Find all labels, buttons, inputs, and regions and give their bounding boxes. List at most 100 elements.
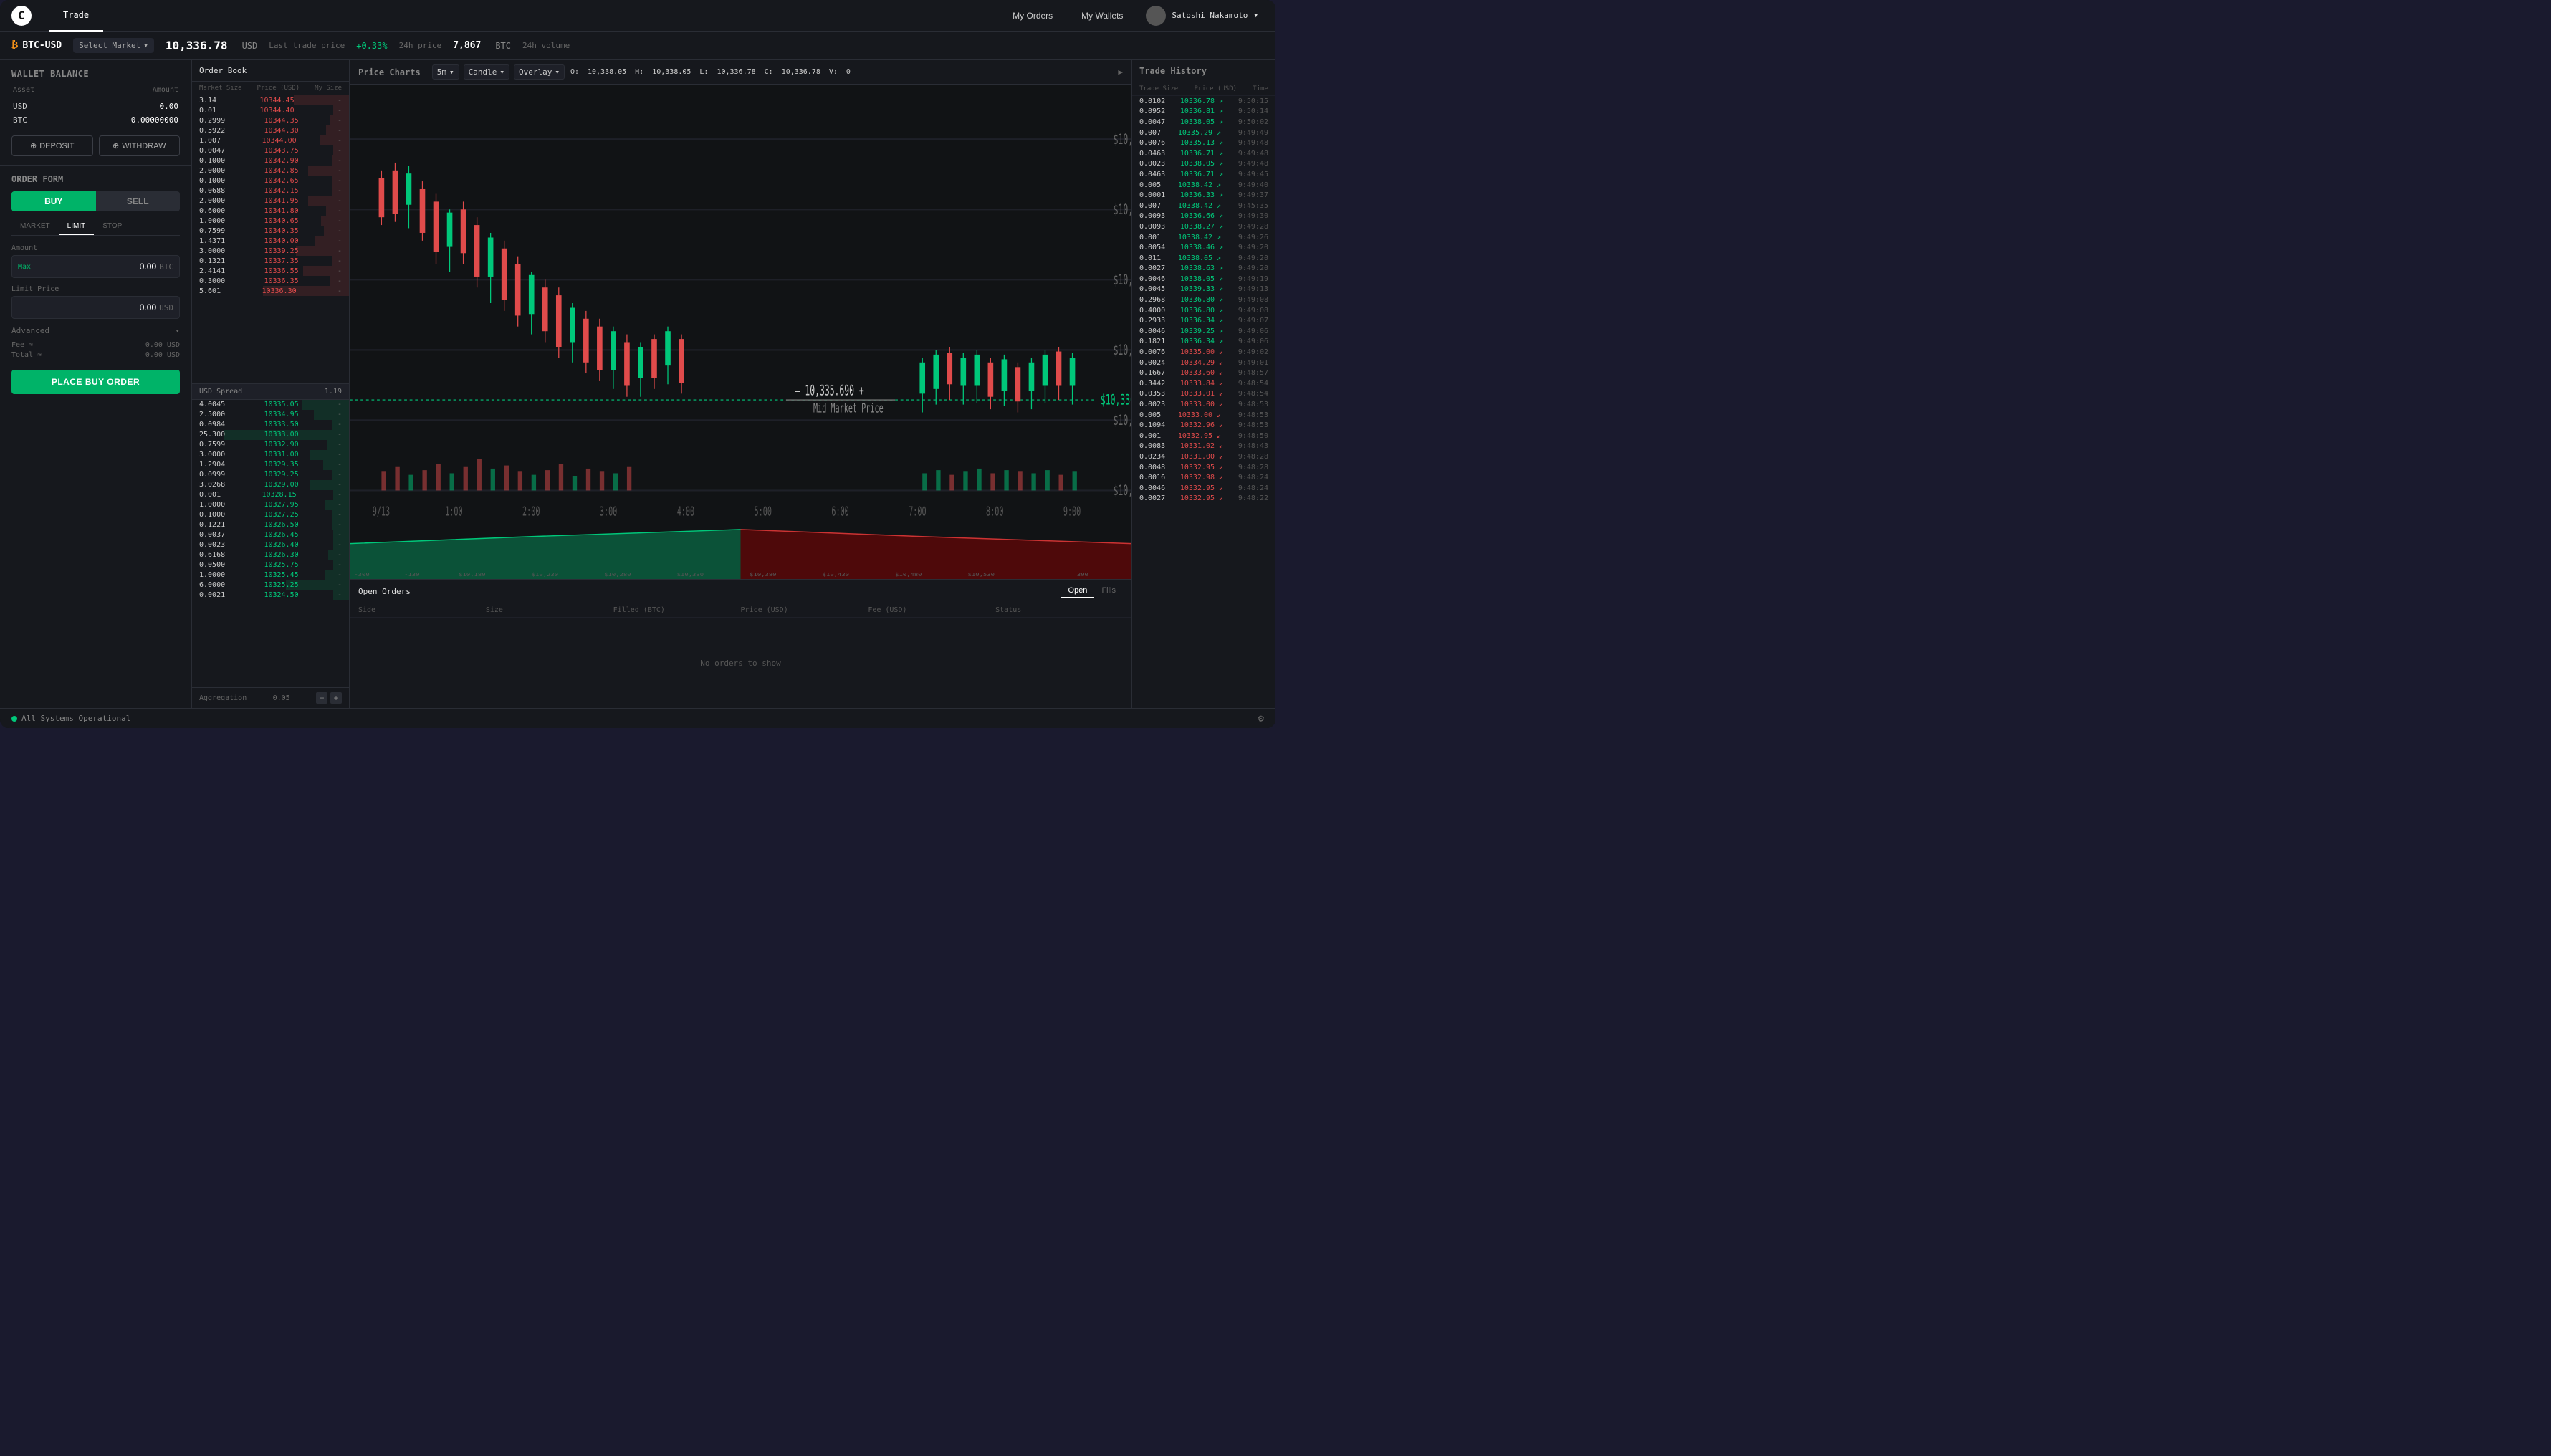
- open-tab[interactable]: Open: [1061, 584, 1095, 598]
- order-book-ask-row[interactable]: 0.1000 10342.90 -: [192, 155, 349, 166]
- order-book-bid-row[interactable]: 2.5000 10334.95 -: [192, 410, 349, 420]
- order-book-ask-row[interactable]: 2.0000 10341.95 -: [192, 196, 349, 206]
- order-book-bid-row[interactable]: 4.0045 10335.05 -: [192, 400, 349, 410]
- order-book-bid-row[interactable]: 0.0023 10326.40 -: [192, 540, 349, 550]
- ask-my-size: -: [338, 97, 342, 105]
- order-book-bid-row[interactable]: 0.1000 10327.25 -: [192, 510, 349, 520]
- svg-text:6:00: 6:00: [831, 505, 848, 519]
- order-book-ask-row[interactable]: 1.0000 10340.65 -: [192, 216, 349, 226]
- order-book-ask-row[interactable]: 0.6000 10341.80 -: [192, 206, 349, 216]
- chart-area[interactable]: $10,425 $10,400 $10,375 $10,350 $10,336.…: [350, 85, 1131, 522]
- order-book-ask-row[interactable]: 0.1000 10342.65 -: [192, 176, 349, 186]
- order-book-ask-row[interactable]: 0.0047 10343.75 -: [192, 145, 349, 155]
- order-book-bid-row[interactable]: 0.0037 10326.45 -: [192, 530, 349, 540]
- overlay-dropdown[interactable]: Overlay ▾: [514, 64, 565, 80]
- withdraw-button[interactable]: ⊕ WITHDRAW: [99, 135, 181, 156]
- order-book-ask-row[interactable]: 0.7599 10340.35 -: [192, 226, 349, 236]
- buy-tab[interactable]: BUY: [11, 191, 96, 211]
- stop-order-tab[interactable]: STOP: [94, 219, 130, 235]
- agg-decrease-button[interactable]: −: [316, 692, 327, 704]
- fills-tab[interactable]: Fills: [1094, 584, 1123, 598]
- trade-time: 9:50:14: [1238, 107, 1268, 115]
- ask-price: 10344.30: [264, 127, 298, 135]
- svg-text:$10,400: $10,400: [1114, 201, 1131, 217]
- agg-increase-button[interactable]: +: [330, 692, 342, 704]
- ask-size: 0.0688: [199, 187, 225, 195]
- my-wallets-button[interactable]: My Wallets: [1070, 6, 1134, 25]
- settings-icon[interactable]: ⚙: [1258, 713, 1264, 724]
- nav-tab-trade[interactable]: Trade: [49, 0, 103, 32]
- order-book-ask-row[interactable]: 1.007 10344.00 -: [192, 135, 349, 145]
- order-type-tabs: MARKET LIMIT STOP: [11, 219, 180, 236]
- advanced-toggle[interactable]: Advanced ▾: [11, 326, 180, 335]
- bid-my-size: -: [338, 541, 342, 549]
- buy-sell-tabs: BUY SELL: [11, 191, 180, 211]
- order-book-ask-row[interactable]: 3.0000 10339.25 -: [192, 246, 349, 256]
- market-order-tab[interactable]: MARKET: [11, 219, 59, 235]
- market-bar: ₿ BTC-USD Select Market ▾ 10,336.78 USD …: [0, 32, 1276, 60]
- ask-size: 5.601: [199, 287, 221, 295]
- trade-size: 0.0016: [1139, 474, 1165, 482]
- trade-size: 0.0001: [1139, 191, 1165, 199]
- place-order-button[interactable]: PLACE BUY ORDER: [11, 370, 180, 394]
- bid-size: 0.0500: [199, 561, 225, 569]
- order-book-ask-row[interactable]: 2.4141 10336.55 -: [192, 266, 349, 276]
- order-book-ask-row[interactable]: 0.1321 10337.35 -: [192, 256, 349, 266]
- logo-icon[interactable]: C: [11, 6, 32, 26]
- asset-btc-name: BTC: [13, 115, 27, 125]
- bid-size: 0.6168: [199, 551, 225, 559]
- bid-size: 0.1221: [199, 521, 225, 529]
- deposit-button[interactable]: ⊕ DEPOSIT: [11, 135, 93, 156]
- limit-price-input[interactable]: [18, 302, 156, 312]
- order-book-ask-row[interactable]: 0.01 10344.40 -: [192, 105, 349, 115]
- ask-size: 0.1000: [199, 177, 225, 185]
- ask-price: 10340.65: [264, 217, 298, 225]
- bid-my-size: -: [338, 471, 342, 479]
- order-book-bid-row[interactable]: 0.0984 10333.50 -: [192, 420, 349, 430]
- my-orders-button[interactable]: My Orders: [1001, 6, 1064, 25]
- asset-row-usd: USD 0.00: [11, 100, 180, 113]
- market-select-dropdown[interactable]: Select Market ▾: [73, 38, 154, 53]
- order-book-bid-row[interactable]: 0.0021 10324.50 -: [192, 590, 349, 600]
- order-book-bid-row[interactable]: 1.2904 10329.35 -: [192, 460, 349, 470]
- trade-history-row: 0.0027 10332.95 ↙ 9:48:22: [1132, 494, 1276, 504]
- order-book-bid-row[interactable]: 1.0000 10327.95 -: [192, 500, 349, 510]
- svg-text:$10,480: $10,480: [895, 572, 922, 578]
- order-book-bid-row[interactable]: 0.1221 10326.50 -: [192, 520, 349, 530]
- order-book-bid-row[interactable]: 1.0000 10325.45 -: [192, 570, 349, 580]
- asset-btc-amount: 0.00000000: [131, 115, 178, 125]
- order-book-ask-row[interactable]: 2.0000 10342.85 -: [192, 166, 349, 176]
- trade-size: 0.0054: [1139, 244, 1165, 252]
- trade-history-row: 0.2968 10336.80 ↗ 9:49:08: [1132, 294, 1276, 305]
- order-book-bid-row[interactable]: 6.0000 10325.25 -: [192, 580, 349, 590]
- order-book-ask-row[interactable]: 0.3000 10336.35 -: [192, 276, 349, 286]
- chart-navigate-right[interactable]: ▶: [1118, 67, 1123, 77]
- order-book-bid-row[interactable]: 25.300 10333.00 -: [192, 430, 349, 440]
- order-book-bid-row[interactable]: 0.0500 10325.75 -: [192, 560, 349, 570]
- user-menu[interactable]: Satoshi Nakamoto ▾: [1140, 3, 1264, 29]
- order-book-bid-row[interactable]: 3.0268 10329.00 -: [192, 480, 349, 490]
- amount-input[interactable]: [37, 262, 156, 272]
- order-book-bid-row[interactable]: 0.7599 10332.90 -: [192, 440, 349, 450]
- chart-type-dropdown[interactable]: Candle ▾: [464, 64, 509, 80]
- sell-tab[interactable]: SELL: [96, 191, 181, 211]
- trade-time: 9:49:30: [1238, 212, 1268, 220]
- limit-order-tab[interactable]: LIMIT: [59, 219, 95, 235]
- order-book-ask-row[interactable]: 5.601 10336.30 -: [192, 286, 349, 296]
- order-book-ask-row[interactable]: 0.2999 10344.35 -: [192, 115, 349, 125]
- order-book-bid-row[interactable]: 0.001 10328.15 -: [192, 490, 349, 500]
- order-book-ask-row[interactable]: 3.14 10344.45 -: [192, 95, 349, 105]
- order-book-ask-row[interactable]: 1.4371 10340.00 -: [192, 236, 349, 246]
- trade-time: 9:49:06: [1238, 327, 1268, 335]
- trade-price: 10332.95 ↙: [1178, 432, 1221, 440]
- trade-price: 10336.80 ↗: [1180, 307, 1223, 315]
- order-book-bid-row[interactable]: 0.6168 10326.30 -: [192, 550, 349, 560]
- timeframe-dropdown[interactable]: 5m ▾: [432, 64, 459, 80]
- order-book-bid-row[interactable]: 3.0000 10331.00 -: [192, 450, 349, 460]
- trade-price: 10339.25 ↗: [1180, 327, 1223, 335]
- order-book-bid-row[interactable]: 0.0999 10329.25 -: [192, 470, 349, 480]
- amount-label: Amount: [11, 244, 180, 252]
- order-book-ask-row[interactable]: 0.5922 10344.30 -: [192, 125, 349, 135]
- max-button[interactable]: Max: [18, 263, 31, 271]
- order-book-ask-row[interactable]: 0.0688 10342.15 -: [192, 186, 349, 196]
